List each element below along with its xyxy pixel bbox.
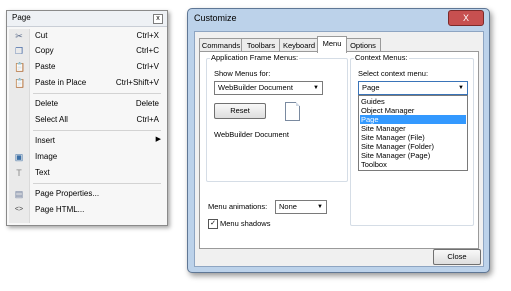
menu-item-label: Page HTML...	[35, 205, 85, 214]
context-group-label: Context Menus:	[354, 53, 409, 62]
menu-item-page-properties[interactable]: ▤ Page Properties...	[9, 187, 165, 201]
menu-item-label: Select All	[35, 115, 68, 124]
list-item-site-manager-folder[interactable]: Site Manager (Folder)	[360, 142, 466, 151]
document-icon	[285, 102, 300, 121]
tab-options[interactable]: Options	[345, 38, 381, 52]
menu-item-image[interactable]: ▣ Image	[9, 150, 165, 164]
menu-item-shortcut: Ctrl+A	[136, 115, 159, 124]
submenu-arrow-icon: ▶	[155, 136, 161, 143]
close-icon[interactable]: x	[153, 14, 163, 24]
menu-title: Page	[12, 13, 31, 22]
list-item-page[interactable]: Page	[360, 115, 466, 124]
dialog-title: Customize	[194, 13, 237, 23]
tab-commands[interactable]: Commands	[199, 38, 243, 52]
menu-item-label: Page Properties...	[35, 189, 100, 198]
menu-item-delete[interactable]: Delete Delete	[9, 97, 165, 111]
html-icon: <>	[14, 206, 24, 213]
show-menus-value: WebBuilder Document	[218, 83, 293, 92]
menu-item-label: Text	[35, 168, 50, 177]
menu-shadows-label: Menu shadows	[220, 219, 271, 228]
customize-dialog: Customize X Commands Toolbars Keyboard M…	[187, 8, 490, 273]
close-icon[interactable]: X	[448, 10, 484, 26]
list-item-site-manager-file[interactable]: Site Manager (File)	[360, 133, 466, 142]
menu-item-label: Cut	[35, 31, 48, 40]
chevron-down-icon: ▼	[458, 85, 464, 91]
page-context-menu: Page x ✂ Cut Ctrl+X ❐ Copy Ctrl+C 📋 Past…	[6, 10, 168, 226]
menu-item-label: Delete	[35, 99, 59, 108]
document-caption: WebBuilder Document	[214, 130, 289, 139]
menu-separator	[33, 183, 161, 184]
menu-item-cut[interactable]: ✂ Cut Ctrl+X	[9, 29, 165, 43]
image-icon: ▣	[14, 152, 24, 162]
context-menu-dropdown-list: Guides Object Manager Page Site Manager …	[358, 95, 468, 171]
context-menu-value: Page	[362, 83, 380, 92]
paste-icon: 📋	[14, 62, 26, 72]
menu-tab-page: Application Frame Menus: Show Menus for:…	[199, 51, 479, 249]
menu-item-label: Insert	[35, 136, 56, 145]
list-item-toolbox[interactable]: Toolbox	[360, 160, 466, 169]
menu-animations-select[interactable]: None ▼	[275, 200, 327, 214]
menu-item-label: Paste in Place	[35, 78, 87, 87]
menu-separator	[33, 93, 161, 94]
page-properties-icon: ▤	[14, 189, 24, 199]
show-menus-label: Show Menus for:	[214, 69, 271, 78]
tab-toolbars[interactable]: Toolbars	[241, 38, 281, 52]
menu-animations-value: None	[279, 202, 297, 211]
tab-keyboard[interactable]: Keyboard	[279, 38, 319, 52]
app-frame-group-label: Application Frame Menus:	[210, 53, 300, 62]
text-icon: T	[16, 168, 22, 178]
menu-item-insert[interactable]: Insert ▶	[9, 134, 165, 148]
menu-item-shortcut: Ctrl+V	[136, 62, 159, 71]
list-item-guides[interactable]: Guides	[360, 97, 466, 106]
close-button[interactable]: Close	[433, 249, 481, 265]
chevron-down-icon: ▼	[317, 204, 323, 210]
menu-item-select-all[interactable]: Select All Ctrl+A	[9, 113, 165, 127]
chevron-down-icon: ▼	[313, 85, 319, 91]
menu-item-shortcut: Ctrl+C	[136, 46, 159, 55]
tab-menu[interactable]: Menu	[317, 36, 347, 53]
menu-title-bar: Page x	[7, 11, 167, 27]
show-menus-select[interactable]: WebBuilder Document ▼	[214, 81, 323, 95]
menu-item-shortcut: Ctrl+Shift+V	[115, 78, 159, 87]
menu-animations-label: Menu animations:	[208, 202, 268, 211]
menu-item-label: Image	[35, 152, 58, 161]
paste-in-place-icon: 📋	[14, 78, 26, 88]
list-item-object-manager[interactable]: Object Manager	[360, 106, 466, 115]
menu-item-text[interactable]: T Text	[9, 166, 165, 180]
menu-separator	[33, 130, 161, 131]
copy-icon: ❐	[14, 46, 24, 56]
list-item-site-manager[interactable]: Site Manager	[360, 124, 466, 133]
menu-item-shortcut: Ctrl+X	[136, 31, 159, 40]
context-menu-select[interactable]: Page ▼	[358, 81, 468, 95]
menu-item-page-html[interactable]: <> Page HTML...	[9, 203, 165, 217]
list-item-site-manager-page[interactable]: Site Manager (Page)	[360, 151, 466, 160]
menu-shadows-checkbox[interactable]: ✓	[208, 219, 218, 229]
scissors-icon: ✂	[15, 31, 23, 41]
select-context-label: Select context menu:	[358, 69, 429, 78]
menu-item-shortcut: Delete	[135, 99, 159, 108]
menu-item-label: Copy	[35, 46, 54, 55]
menu-item-paste-in-place[interactable]: 📋 Paste in Place Ctrl+Shift+V	[9, 76, 165, 90]
dialog-client-area: Commands Toolbars Keyboard Menu Options …	[194, 31, 484, 267]
menu-item-label: Paste	[35, 62, 56, 71]
menu-body: ✂ Cut Ctrl+X ❐ Copy Ctrl+C 📋 Paste Ctrl+…	[9, 29, 165, 223]
menu-item-paste[interactable]: 📋 Paste Ctrl+V	[9, 60, 165, 74]
menu-item-copy[interactable]: ❐ Copy Ctrl+C	[9, 44, 165, 58]
reset-button[interactable]: Reset	[214, 103, 266, 119]
